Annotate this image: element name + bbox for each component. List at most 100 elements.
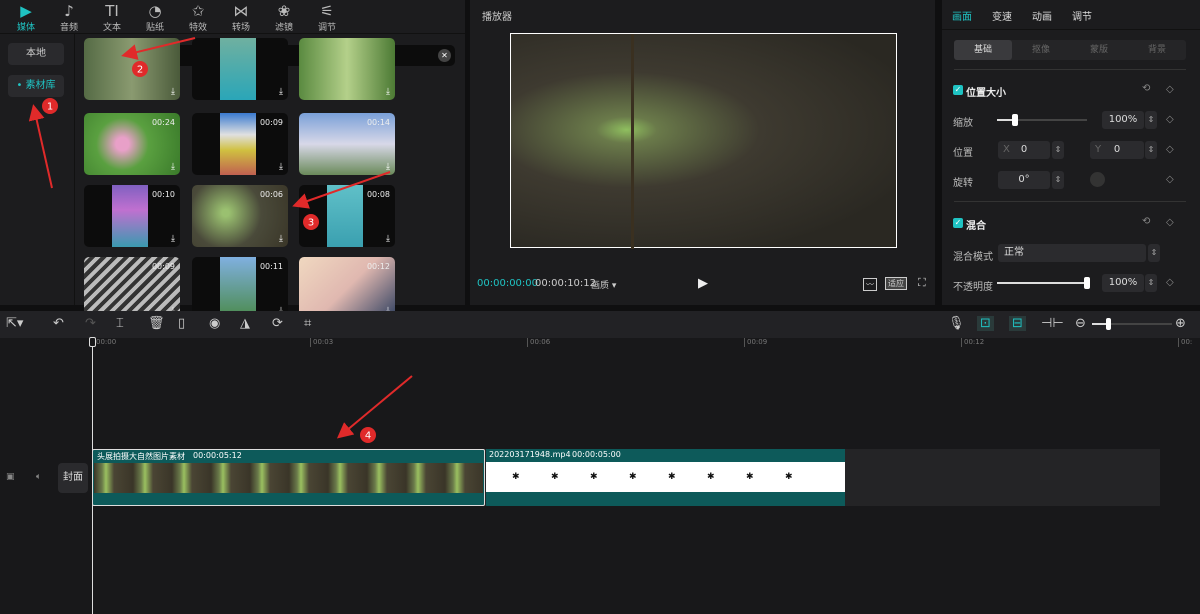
clip-2[interactable]: 202203171948.mp4 00:00:05:00 ✱ ✱ ✱ ✱ ✱ ✱ ✱ ✱: [486, 449, 845, 506]
playhead[interactable]: [89, 337, 96, 614]
keyframe-icon[interactable]: ◇: [1166, 144, 1174, 155]
tab-audio[interactable]: ♪ 音频: [47, 2, 91, 33]
link-icon[interactable]: ⊟: [1009, 316, 1026, 331]
microphone-icon[interactable]: 🎙︎: [948, 316, 965, 331]
keyframe-icon[interactable]: ◇: [1166, 174, 1174, 185]
blend-mode-select[interactable]: 正常: [998, 244, 1146, 262]
reset-icon[interactable]: ⟲: [1142, 83, 1150, 94]
rotate-stepper[interactable]: ⇕: [1052, 171, 1064, 189]
x-field[interactable]: X0: [998, 141, 1050, 159]
play-button[interactable]: ▶: [698, 276, 708, 291]
quality-dropdown[interactable]: 画质 ▾: [591, 278, 616, 291]
rotate-icon[interactable]: ⟳: [272, 316, 283, 331]
tab-media[interactable]: ▶ 媒体: [4, 2, 48, 33]
download-icon[interactable]: ⤓: [279, 162, 283, 172]
redo-icon[interactable]: ↷: [85, 316, 96, 331]
media-thumbnail[interactable]: 00:09⤓: [84, 257, 180, 319]
y-field[interactable]: Y0: [1090, 141, 1144, 159]
media-thumbnail[interactable]: 00:06 ⤓: [192, 185, 288, 247]
thumbnail-image: [220, 113, 256, 175]
zoom-in-icon[interactable]: ⊕: [1175, 316, 1186, 331]
keyframe-icon[interactable]: ◇: [1166, 217, 1174, 228]
scale-field[interactable]: 100%: [1102, 111, 1144, 129]
reverse-icon[interactable]: ◉: [209, 316, 220, 331]
media-thumbnail[interactable]: 00:10 ⤓: [84, 185, 180, 247]
nav-library[interactable]: • 素材库: [8, 75, 64, 97]
rotate-field[interactable]: 0°: [998, 171, 1050, 189]
download-icon[interactable]: ⤓: [171, 234, 175, 244]
undo-icon[interactable]: ↶: [53, 316, 64, 331]
download-icon[interactable]: ⤓: [386, 87, 390, 97]
inspector-tab[interactable]: 变速: [992, 8, 1012, 23]
clear-search-button[interactable]: ✕: [438, 49, 451, 62]
media-thumbnail[interactable]: ⤓: [192, 38, 288, 100]
tab-effects[interactable]: ✩ 特效: [176, 2, 220, 33]
media-thumbnail[interactable]: 00:08 ⤓: [299, 185, 395, 247]
inspector-subtab[interactable]: 蒙版: [1070, 40, 1128, 60]
thumbnail-duration: 00:10: [151, 190, 175, 199]
reset-icon[interactable]: ⟲: [1142, 216, 1150, 227]
opacity-slider[interactable]: [997, 277, 1090, 289]
clip-1[interactable]: 头展拍摄大自然图片素材 00:00:05:12: [92, 449, 485, 506]
main-track-magnet-icon[interactable]: ⊡: [977, 316, 994, 331]
media-thumbnail[interactable]: 00:09⤓: [192, 113, 288, 175]
tab-sticker[interactable]: ◔ 贴纸: [133, 2, 177, 33]
opacity-stepper[interactable]: ⇕: [1145, 274, 1157, 292]
opacity-label: 不透明度: [953, 282, 993, 293]
media-thumbnail[interactable]: ⤓: [299, 38, 395, 100]
position-size-checkbox[interactable]: ✓: [953, 85, 963, 95]
media-thumbnail[interactable]: 00:24 ⤓: [84, 113, 180, 175]
track-video-icon[interactable]: ▣: [6, 472, 15, 482]
blend-checkbox[interactable]: ✓: [953, 218, 963, 228]
inspector-subtab[interactable]: 背景: [1128, 40, 1186, 60]
filter-icon: ❀: [277, 2, 291, 20]
tab-text[interactable]: TI 文本: [90, 2, 134, 33]
keyframe-icon[interactable]: ◇: [1166, 84, 1174, 95]
x-stepper[interactable]: ⇕: [1052, 141, 1064, 159]
download-icon[interactable]: ⤓: [171, 162, 175, 172]
preview-axis-icon[interactable]: ⊣⊢: [1041, 316, 1064, 331]
player-title: 播放器: [482, 12, 512, 23]
opacity-field[interactable]: 100%: [1102, 274, 1144, 292]
keyframe-icon[interactable]: ◇: [1166, 277, 1174, 288]
zoom-slider[interactable]: [1092, 318, 1172, 330]
y-stepper[interactable]: ⇕: [1145, 141, 1157, 159]
crop-icon[interactable]: ⌗: [304, 316, 311, 331]
download-icon[interactable]: ⤓: [171, 87, 175, 97]
mirror-icon[interactable]: ◮: [240, 316, 250, 331]
media-thumbnail[interactable]: 00:14 ⤓: [299, 113, 395, 175]
freeze-icon[interactable]: ▯: [178, 316, 185, 331]
scale-slider[interactable]: [997, 114, 1087, 126]
media-thumbnail[interactable]: 00:12⤓: [299, 257, 395, 319]
select-tool-icon[interactable]: ⇱▾: [6, 316, 23, 331]
nav-local[interactable]: 本地: [8, 43, 64, 65]
adjust-icon: ⚟: [320, 2, 334, 20]
inspector-tab[interactable]: 动画: [1032, 8, 1052, 23]
waveform-icon[interactable]: 〰: [863, 278, 877, 291]
tab-filter[interactable]: ❀ 滤镜: [262, 2, 306, 33]
inspector-subtab[interactable]: 抠像: [1012, 40, 1070, 60]
blend-mode-stepper[interactable]: ⇕: [1148, 244, 1160, 262]
tab-transition[interactable]: ⋈ 转场: [219, 2, 263, 33]
ratio-button[interactable]: 适应: [885, 277, 907, 290]
split-icon[interactable]: ⌶: [116, 316, 124, 331]
frame-icon: ✱: [590, 472, 598, 482]
track-mute-icon[interactable]: 🔈︎: [36, 472, 41, 482]
inspector-tab[interactable]: 画面: [952, 8, 972, 23]
media-thumbnail[interactable]: 00:11⤓: [192, 257, 288, 319]
download-icon[interactable]: ⤓: [386, 162, 390, 172]
fullscreen-icon[interactable]: ⛶: [918, 276, 926, 290]
rotate-dial[interactable]: [1090, 172, 1105, 187]
tab-adjust[interactable]: ⚟ 调节: [305, 2, 349, 33]
scale-stepper[interactable]: ⇕: [1145, 111, 1157, 129]
media-thumbnail[interactable]: ⤓: [84, 38, 180, 100]
delete-icon[interactable]: 🗑︎: [148, 316, 165, 331]
inspector-subtab[interactable]: 基础: [954, 40, 1012, 60]
download-icon[interactable]: ⤓: [279, 87, 283, 97]
download-icon[interactable]: ⤓: [386, 234, 390, 244]
keyframe-icon[interactable]: ◇: [1166, 114, 1174, 125]
inspector-tab[interactable]: 调节: [1072, 8, 1092, 23]
zoom-out-icon[interactable]: ⊖: [1075, 316, 1086, 331]
cover-button[interactable]: 封面: [58, 463, 88, 493]
download-icon[interactable]: ⤓: [279, 234, 283, 244]
